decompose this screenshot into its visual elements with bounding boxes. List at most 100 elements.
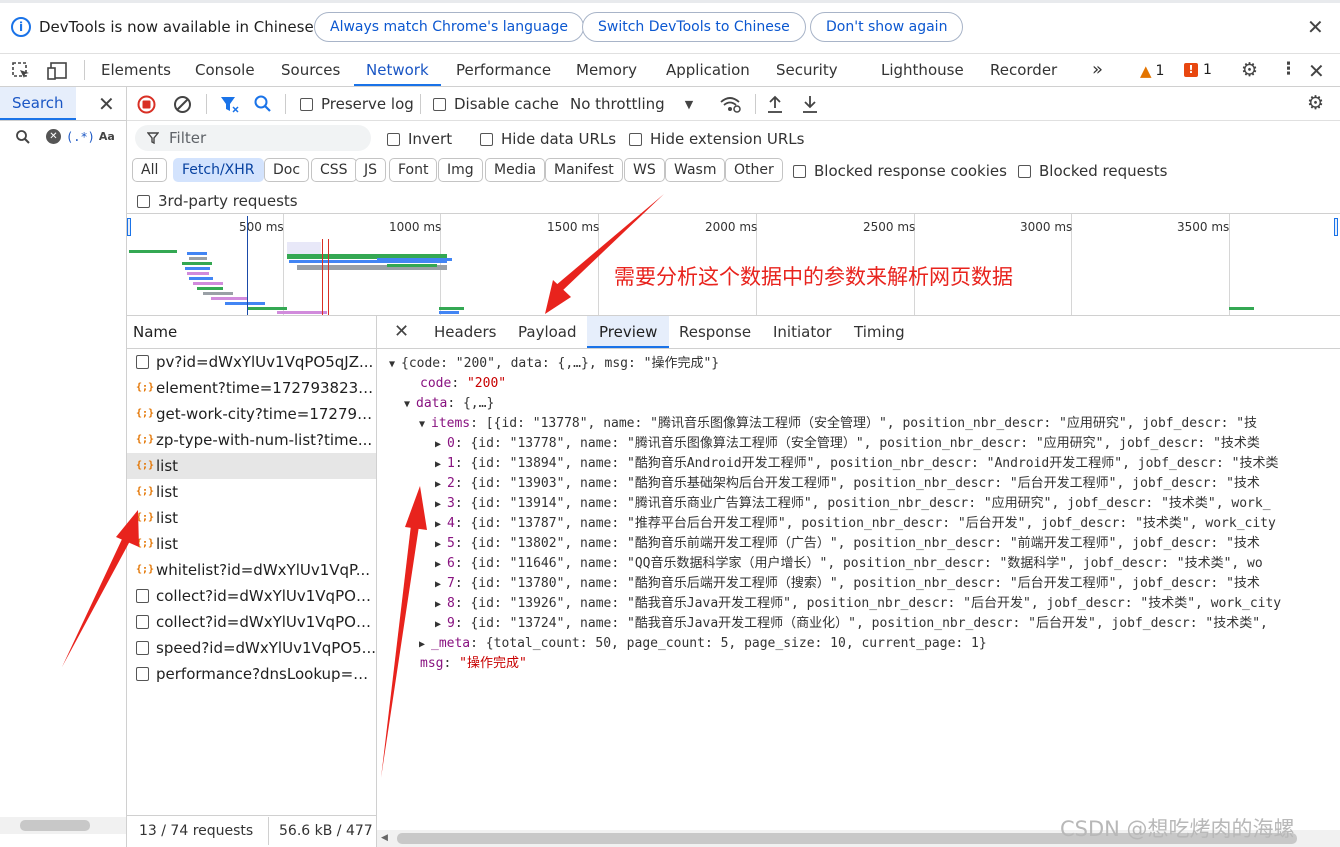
settings-gear-icon[interactable]: ⚙ bbox=[1241, 59, 1258, 81]
expand-triangle-icon[interactable]: ▶ bbox=[435, 475, 447, 495]
record-stop-icon[interactable] bbox=[137, 95, 156, 114]
json-item-node[interactable]: ▶ 1: {id: "13894", name: "酷狗音乐Android开发工程… bbox=[435, 454, 1278, 474]
chip-doc[interactable]: Doc bbox=[264, 158, 310, 182]
blocked-requests-checkbox[interactable]: Blocked requests bbox=[1018, 162, 1167, 180]
invert-box[interactable] bbox=[387, 132, 400, 146]
tab-initiator[interactable]: Initiator bbox=[761, 316, 844, 348]
scroll-left-arrow-icon[interactable]: ◀ bbox=[381, 833, 388, 843]
blocked-requests-box[interactable] bbox=[1018, 164, 1031, 178]
preserve-log-box[interactable] bbox=[300, 97, 313, 111]
always-match-language-button[interactable]: Always match Chrome's language bbox=[314, 12, 584, 42]
request-row[interactable]: collect?id=dWxYlUv1VqPO5... bbox=[127, 583, 376, 609]
chip-ws[interactable]: WS bbox=[624, 158, 665, 182]
inspect-element-icon[interactable] bbox=[11, 61, 31, 81]
invert-checkbox[interactable]: Invert bbox=[387, 130, 452, 148]
search-tab[interactable]: Search bbox=[0, 87, 76, 120]
disable-cache-box[interactable] bbox=[433, 97, 446, 111]
overview-left-handle[interactable] bbox=[127, 218, 131, 236]
chip-media[interactable]: Media bbox=[485, 158, 546, 182]
search-input-row[interactable]: ✕ (.*) Aa bbox=[16, 129, 115, 144]
blocked-response-cookies-checkbox[interactable]: Blocked response cookies bbox=[793, 162, 1007, 180]
json-item-node[interactable]: ▶ 4: {id: "13787", name: "推荐平台后台开发工程师", p… bbox=[435, 514, 1276, 534]
hide-extension-urls-box[interactable] bbox=[629, 132, 642, 146]
filter-input[interactable]: Filter bbox=[135, 125, 371, 151]
tab-recorder[interactable]: Recorder bbox=[990, 54, 1057, 86]
expand-triangle-icon[interactable]: ▶ bbox=[435, 495, 447, 515]
tab-network[interactable]: Network bbox=[354, 54, 441, 86]
clear-search-icon[interactable]: ✕ bbox=[46, 129, 61, 144]
close-search-icon[interactable]: ✕ bbox=[98, 94, 115, 114]
chip-other[interactable]: Other bbox=[725, 158, 783, 182]
chip-fetch-xhr[interactable]: Fetch/XHR bbox=[173, 158, 264, 182]
chip-img[interactable]: Img bbox=[438, 158, 483, 182]
json-item-node[interactable]: ▶ 2: {id: "13903", name: "酷狗音乐基础架构后台开发工程师… bbox=[435, 474, 1260, 494]
json-meta-node[interactable]: ▶ _meta: {total_count: 50, page_count: 5,… bbox=[419, 634, 987, 654]
more-tabs-icon[interactable]: » bbox=[1092, 54, 1103, 86]
preserve-log-checkbox[interactable]: Preserve log bbox=[300, 95, 414, 113]
search-scrollbar-thumb[interactable] bbox=[20, 820, 90, 831]
tab-headers[interactable]: Headers bbox=[422, 316, 508, 348]
tab-memory[interactable]: Memory bbox=[576, 54, 637, 86]
clear-log-icon[interactable] bbox=[173, 95, 192, 114]
request-row[interactable]: pv?id=dWxYlUv1VqPO5qJZ... bbox=[127, 349, 376, 375]
json-item-node[interactable]: ▶ 6: {id: "11646", name: "QQ音乐数据科学家（用户增长）… bbox=[435, 554, 1263, 574]
network-settings-gear-icon[interactable]: ⚙ bbox=[1307, 92, 1324, 114]
switch-to-chinese-button[interactable]: Switch DevTools to Chinese bbox=[582, 12, 806, 42]
overview-right-handle[interactable] bbox=[1334, 218, 1338, 236]
chip-js[interactable]: JS bbox=[355, 158, 387, 182]
tab-security[interactable]: Security bbox=[776, 54, 838, 86]
hide-data-urls-box[interactable] bbox=[480, 132, 493, 146]
request-row[interactable]: {;} element?time=1727938232... bbox=[127, 375, 376, 401]
regex-toggle-icon[interactable]: (.*) bbox=[66, 130, 95, 144]
json-item-node[interactable]: ▶ 7: {id: "13780", name: "酷狗音乐后端开发工程师（搜索）… bbox=[435, 574, 1260, 594]
chip-wasm[interactable]: Wasm bbox=[665, 158, 726, 182]
tab-lighthouse[interactable]: Lighthouse bbox=[881, 54, 964, 86]
tab-response[interactable]: Response bbox=[667, 316, 763, 348]
close-detail-icon[interactable]: ✕ bbox=[394, 322, 409, 342]
close-infobar-icon[interactable]: ✕ bbox=[1307, 17, 1324, 37]
json-item-node[interactable]: ▶ 8: {id: "13926", name: "酷我音乐Java开发工程师",… bbox=[435, 594, 1281, 614]
request-row[interactable]: performance?dnsLookup=0... bbox=[127, 661, 376, 687]
chip-font[interactable]: Font bbox=[389, 158, 438, 182]
request-row[interactable]: {;} get-work-city?time=172793... bbox=[127, 401, 376, 427]
expand-triangle-icon[interactable]: ▶ bbox=[435, 615, 447, 635]
blocked-cookies-box[interactable] bbox=[793, 164, 806, 178]
tab-performance[interactable]: Performance bbox=[456, 54, 551, 86]
json-item-node[interactable]: ▶ 3: {id: "13914", name: "腾讯音乐商业广告算法工程师",… bbox=[435, 494, 1271, 514]
json-item-node[interactable]: ▶ 5: {id: "13802", name: "酷狗音乐前端开发工程师（广告）… bbox=[435, 534, 1260, 554]
request-row[interactable]: {;} list bbox=[127, 453, 376, 479]
json-items-node[interactable]: ▼ items: [{id: "13778", name: "腾讯音乐图像算法工程… bbox=[419, 414, 1257, 434]
device-toolbar-icon[interactable] bbox=[46, 61, 68, 81]
expand-triangle-icon[interactable]: ▶ bbox=[435, 595, 447, 615]
hide-extension-urls-checkbox[interactable]: Hide extension URLs bbox=[629, 130, 804, 148]
chip-manifest[interactable]: Manifest bbox=[545, 158, 623, 182]
network-conditions-icon[interactable] bbox=[719, 95, 741, 113]
request-row[interactable]: {;} whitelist?id=dWxYlUv1VqP... bbox=[127, 557, 376, 583]
tab-payload[interactable]: Payload bbox=[506, 316, 589, 348]
expand-triangle-icon[interactable]: ▶ bbox=[435, 555, 447, 575]
json-item-node[interactable]: ▶ 9: {id: "13724", name: "酷我音乐Java开发工程师（商… bbox=[435, 614, 1268, 634]
import-har-icon[interactable] bbox=[766, 94, 784, 114]
third-party-box[interactable] bbox=[137, 194, 150, 208]
request-row[interactable]: speed?id=dWxYlUv1VqPO5... bbox=[127, 635, 376, 661]
tab-timing[interactable]: Timing bbox=[842, 316, 917, 348]
expand-triangle-icon[interactable]: ▶ bbox=[435, 535, 447, 555]
hide-data-urls-checkbox[interactable]: Hide data URLs bbox=[480, 130, 616, 148]
throttling-select[interactable]: No throttling ▼ bbox=[570, 95, 693, 113]
request-row[interactable]: collect?id=dWxYlUv1VqPO5... bbox=[127, 609, 376, 635]
tab-application[interactable]: Application bbox=[666, 54, 750, 86]
tab-elements[interactable]: Elements bbox=[101, 54, 171, 86]
filter-funnel-icon[interactable] bbox=[219, 95, 239, 114]
request-row[interactable]: {;} list bbox=[127, 479, 376, 505]
name-column-header[interactable]: Name bbox=[127, 316, 377, 349]
tab-console[interactable]: Console bbox=[195, 54, 255, 86]
json-data-node[interactable]: ▼ data: {,…} bbox=[404, 394, 494, 414]
dont-show-again-button[interactable]: Don't show again bbox=[810, 12, 964, 42]
expand-triangle-icon[interactable]: ▶ bbox=[435, 455, 447, 475]
expand-triangle-icon[interactable]: ▶ bbox=[435, 515, 447, 535]
request-row[interactable]: {;} zp-type-with-num-list?time... bbox=[127, 427, 376, 453]
search-network-icon[interactable] bbox=[254, 95, 272, 113]
third-party-requests-checkbox[interactable]: 3rd-party requests bbox=[137, 192, 298, 210]
search-scrollbar[interactable] bbox=[0, 817, 126, 834]
expand-triangle-icon[interactable]: ▶ bbox=[435, 435, 447, 455]
